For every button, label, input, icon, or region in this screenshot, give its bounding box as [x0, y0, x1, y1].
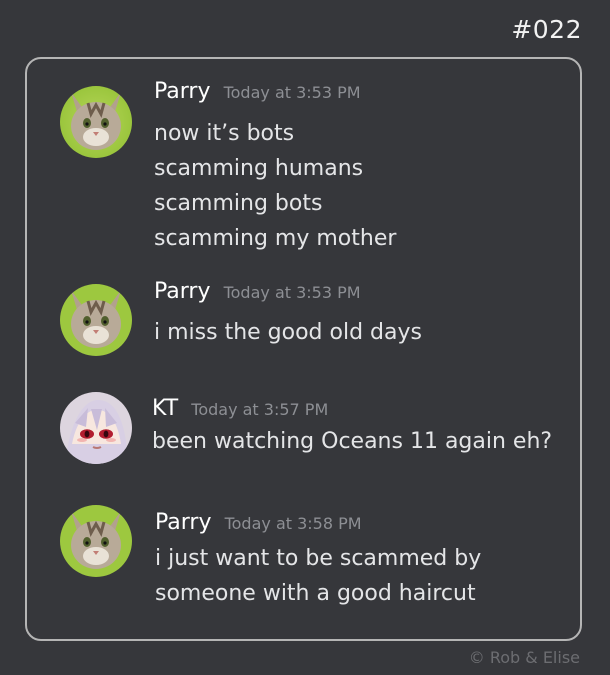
message-author[interactable]: Parry: [154, 279, 210, 304]
cat-avatar-icon[interactable]: [60, 505, 132, 577]
cat-avatar-image: [60, 86, 132, 158]
anime-girl-avatar-image: [60, 392, 132, 464]
message-header: Parry Today at 3:53 PM: [154, 79, 361, 104]
cat-avatar-icon[interactable]: [60, 86, 132, 158]
message-line: scamming my mother: [154, 226, 397, 251]
message-line: i miss the good old days: [154, 320, 422, 345]
message-header: Parry Today at 3:58 PM: [155, 510, 362, 535]
cat-avatar-image: [60, 284, 132, 356]
message-timestamp: Today at 3:53 PM: [223, 83, 361, 102]
message-line: scamming bots: [154, 191, 323, 216]
message-line: scamming humans: [154, 156, 364, 181]
message-header: KT Today at 3:57 PM: [152, 396, 328, 421]
message-line: someone with a good haircut: [155, 581, 476, 606]
message-timestamp: Today at 3:58 PM: [224, 514, 362, 533]
message-line: now it’s bots: [154, 121, 295, 146]
message-timestamp: Today at 3:57 PM: [191, 400, 329, 419]
message-author[interactable]: Parry: [154, 79, 210, 104]
message-author[interactable]: KT: [152, 396, 178, 421]
copyright-credit: © Rob & Elise: [468, 648, 580, 667]
message-line: been watching Oceans 11 again eh?: [152, 429, 553, 454]
comic-panel: #022 Parry Today at 3:53 PM now it’s bot…: [0, 0, 610, 675]
message-author[interactable]: Parry: [155, 510, 211, 535]
cat-avatar-image: [60, 505, 132, 577]
message-header: Parry Today at 3:53 PM: [154, 279, 361, 304]
comic-number: #022: [511, 15, 582, 44]
message-line: i just want to be scammed by: [155, 546, 482, 571]
cat-avatar-icon[interactable]: [60, 284, 132, 356]
chat-frame: Parry Today at 3:53 PM now it’s bots sca…: [25, 57, 582, 641]
message-timestamp: Today at 3:53 PM: [223, 283, 361, 302]
anime-girl-avatar-icon[interactable]: [60, 392, 132, 464]
